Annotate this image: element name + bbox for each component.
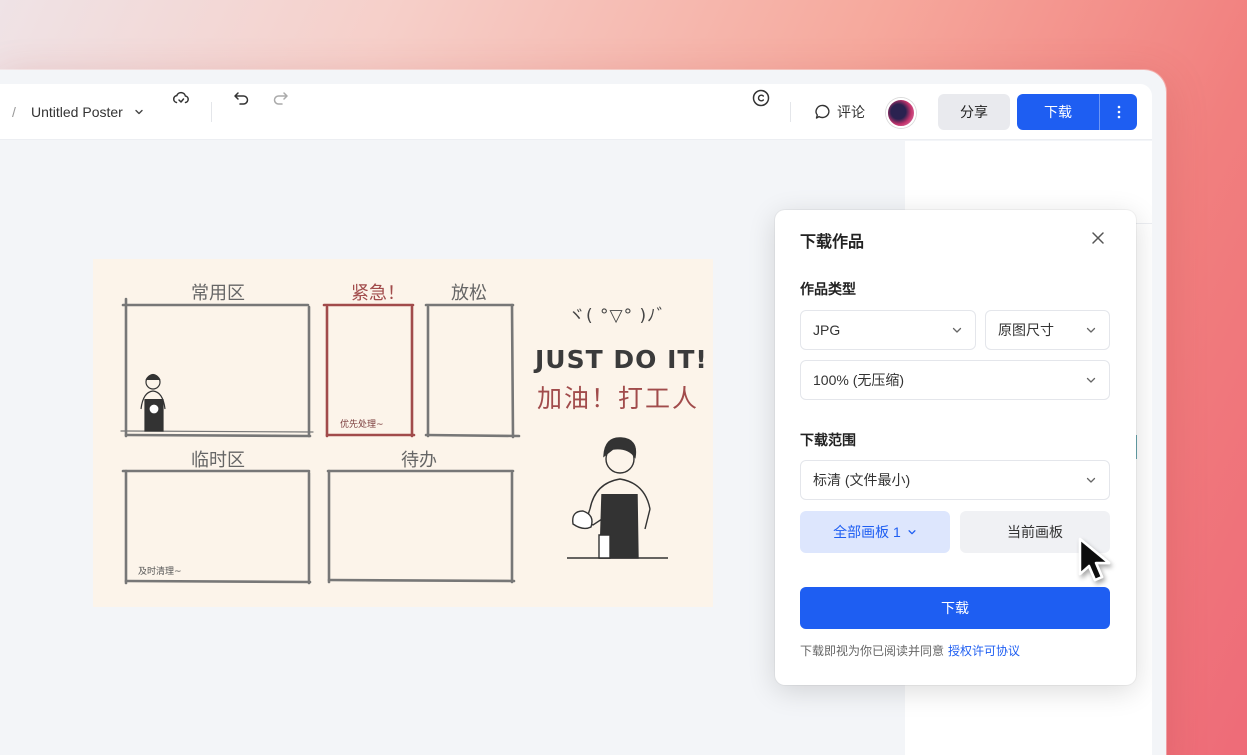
quality-select[interactable]: 100% (无压缩) xyxy=(800,360,1110,400)
comment-label: 评论 xyxy=(837,104,865,120)
top-toolbar: / Untitled Poster 评论 分享 下载 xyxy=(0,84,1152,140)
format-select[interactable]: JPG xyxy=(800,310,976,350)
kaomoji-text: ヾ( °▽° )ﾉ゛ xyxy=(568,306,675,326)
zone-urgent-label: 紧急！ xyxy=(351,283,405,304)
worker-large xyxy=(567,437,668,559)
zone-common-label: 常用区 xyxy=(191,283,245,304)
comment-icon xyxy=(815,104,830,119)
size-select[interactable]: 原图尺寸 xyxy=(985,310,1110,350)
scope-all-label: 全部画板 1 xyxy=(833,524,901,540)
share-button[interactable]: 分享 xyxy=(938,94,1010,130)
copyright-button[interactable] xyxy=(747,84,775,112)
redo-icon xyxy=(273,92,288,105)
worker-small xyxy=(140,373,166,432)
undo-button[interactable] xyxy=(228,84,256,112)
range-label: 下载范围 xyxy=(800,432,856,448)
format-value: JPG xyxy=(813,322,841,338)
download-dialog: 下载作品 作品类型 JPG 原图尺寸 100% (无压缩) 下载范围 标清 (文… xyxy=(775,210,1136,685)
breadcrumb-separator: / xyxy=(12,104,16,120)
cloud-sync-button[interactable] xyxy=(167,84,195,112)
document-title-menu[interactable]: Untitled Poster xyxy=(31,84,145,140)
avatar[interactable] xyxy=(886,98,916,128)
redo-button[interactable] xyxy=(266,84,294,112)
resolution-value: 标清 (文件最小) xyxy=(813,472,911,488)
download-button[interactable]: 下载 xyxy=(1017,102,1099,122)
slogan-english: JUST DO IT! xyxy=(535,345,708,374)
size-value: 原图尺寸 xyxy=(998,322,1054,338)
more-vertical-icon xyxy=(1117,105,1120,119)
copyright-icon xyxy=(752,89,770,107)
note-clean: 及时清理~ xyxy=(138,567,182,577)
dialog-title: 下载作品 xyxy=(800,234,865,251)
close-button[interactable] xyxy=(1087,227,1109,249)
scope-all-boards-button[interactable]: 全部画板 1 xyxy=(800,511,950,553)
toolbar-divider xyxy=(211,102,212,122)
undo-icon xyxy=(234,92,249,105)
chevron-down-icon xyxy=(1086,327,1096,333)
confirm-download-button[interactable]: 下载 xyxy=(800,587,1110,629)
license-link[interactable]: 授权许可协议 xyxy=(948,644,1020,658)
slogan-chinese: 加油！打工人 xyxy=(537,384,700,413)
chevron-down-icon xyxy=(1086,377,1096,383)
download-menu-button: 下载 xyxy=(1017,94,1137,130)
app-window: / Untitled Poster 评论 分享 下载 常用区 紧急！ 放松 临时… xyxy=(0,70,1166,755)
license-text: 下载即视为你已阅读并同意 xyxy=(800,644,945,658)
poster-canvas[interactable]: 常用区 紧急！ 放松 临时区 待办 优先处理~ 及时清理~ ヾ( °▽° )ﾉ゛… xyxy=(93,259,713,607)
chevron-down-icon xyxy=(135,109,143,115)
note-priority: 优先处理~ xyxy=(340,420,384,430)
cloud-sync-icon xyxy=(173,91,189,104)
zone-temp-label: 临时区 xyxy=(191,450,245,471)
close-icon xyxy=(1092,232,1104,244)
chevron-down-icon xyxy=(1086,477,1096,483)
comment-button[interactable]: 评论 xyxy=(814,84,865,140)
toolbar-divider xyxy=(790,102,791,122)
chevron-down-icon xyxy=(908,530,916,535)
resolution-select[interactable]: 标清 (文件最小) xyxy=(800,460,1110,500)
quality-value: 100% (无压缩) xyxy=(813,372,905,388)
zone-todo-label: 待办 xyxy=(401,450,437,471)
type-label: 作品类型 xyxy=(800,281,856,297)
editor: / Untitled Poster 评论 分享 下载 常用区 紧急！ 放松 临时… xyxy=(0,84,1152,755)
chevron-down-icon xyxy=(952,327,962,333)
download-more-button[interactable] xyxy=(1100,105,1137,119)
document-title: Untitled Poster xyxy=(31,104,123,120)
zone-relax-label: 放松 xyxy=(451,283,487,304)
mouse-pointer-icon xyxy=(1078,537,1111,582)
license-notice: 下载即视为你已阅读并同意 授权许可协议 xyxy=(800,642,1020,659)
